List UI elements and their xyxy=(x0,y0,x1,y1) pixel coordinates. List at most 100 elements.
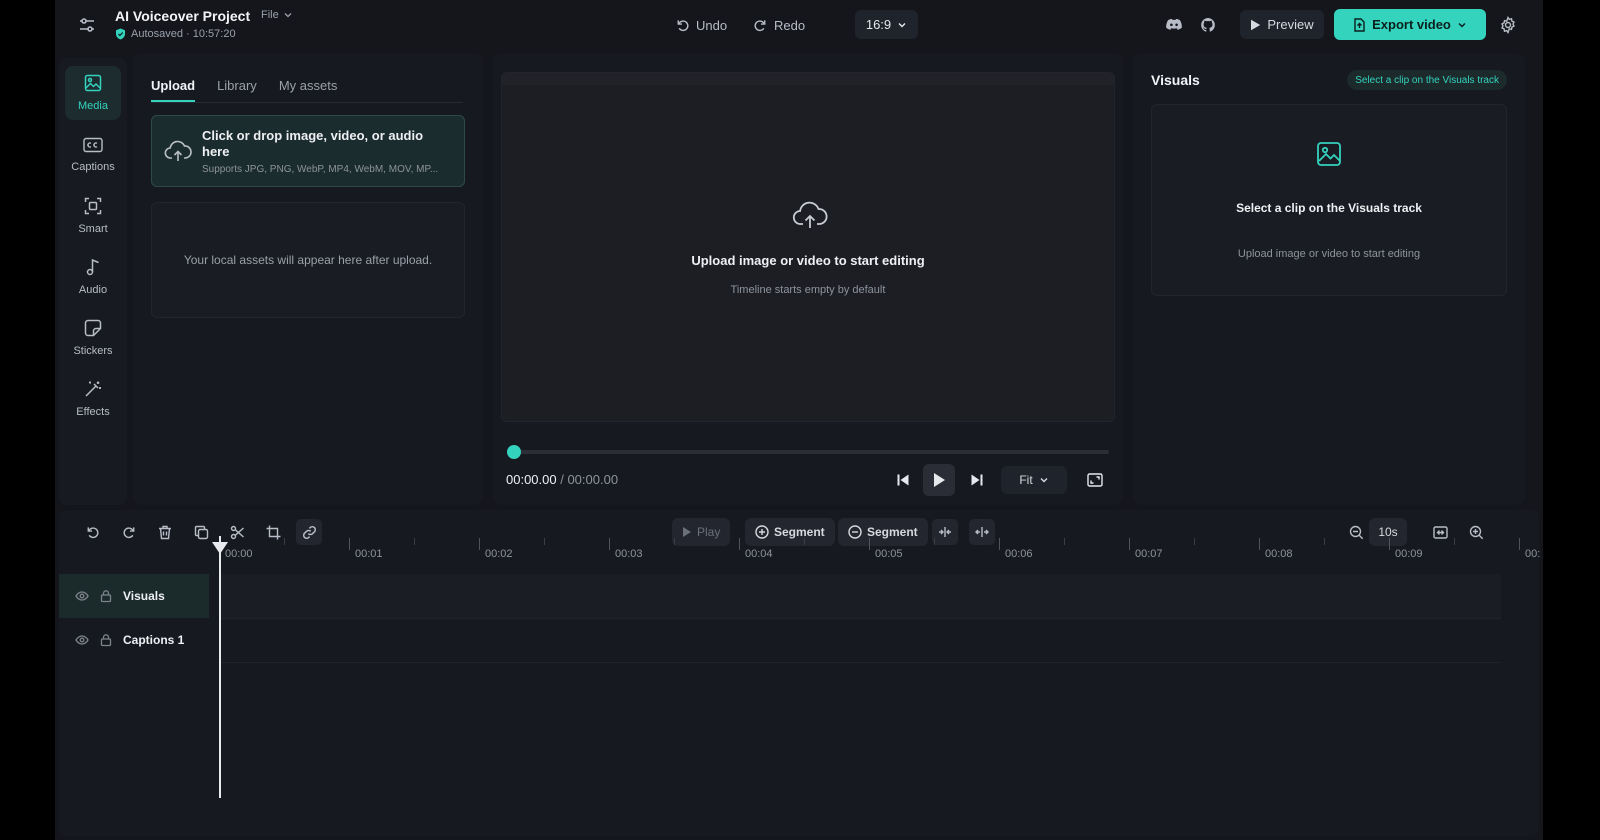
fit-select[interactable]: Fit xyxy=(1001,466,1067,494)
rail-item-stickers[interactable]: Stickers xyxy=(65,311,121,365)
add-segment-label: Segment xyxy=(774,525,825,539)
skip-forward-icon[interactable] xyxy=(965,468,989,492)
time-total: 00:00.00 xyxy=(567,472,619,487)
shield-check-icon xyxy=(116,28,125,40)
upload-formats: Supports JPG, PNG, WebP, MP4, WebM, MOV,… xyxy=(202,164,439,175)
aspect-ratio-select[interactable]: 16:9 xyxy=(855,10,918,39)
canvas-subtitle: Timeline starts empty by default xyxy=(730,284,886,296)
lane-divider xyxy=(219,618,1501,619)
ruler-tick-minor xyxy=(1064,538,1065,545)
track-header-visuals[interactable]: Visuals xyxy=(59,574,209,618)
file-menu[interactable]: File xyxy=(261,9,293,21)
redo-label: Redo xyxy=(774,17,806,33)
remove-segment-label: Segment xyxy=(867,525,918,539)
tab-library[interactable]: Library xyxy=(217,78,257,102)
track-name: Captions 1 xyxy=(123,633,185,647)
upload-dropzone[interactable]: Click or drop image, video, or audio her… xyxy=(151,115,465,187)
gear-icon[interactable] xyxy=(1496,13,1520,37)
playhead[interactable] xyxy=(219,536,221,798)
rail-item-smart[interactable]: Smart xyxy=(65,189,121,243)
ruler-tick-label: 00:08 xyxy=(1265,548,1293,560)
ruler-tick-major xyxy=(1129,538,1130,550)
tab-upload[interactable]: Upload xyxy=(151,78,196,102)
autosave-status: Autosaved · 10:57:20 xyxy=(115,28,236,40)
ruler-tick-minor xyxy=(804,538,805,545)
minus-circle-icon xyxy=(848,525,862,539)
fit-value: Fit xyxy=(1019,473,1033,487)
top-bar: AI Voiceover Project File Autosaved · 10… xyxy=(55,0,1543,50)
rail-item-audio[interactable]: Audio xyxy=(65,250,121,304)
ruler-tick-major xyxy=(1259,538,1260,550)
track-header-captions[interactable]: Captions 1 xyxy=(59,618,209,662)
assets-empty-state: Your local assets will appear here after… xyxy=(151,202,465,318)
rail-item-effects[interactable]: Effects xyxy=(65,372,121,426)
ruler-tick-label: 00:06 xyxy=(1005,548,1033,560)
duplicate-icon[interactable] xyxy=(188,519,214,545)
ruler-tick-major xyxy=(739,538,740,550)
eye-icon[interactable] xyxy=(75,633,89,647)
ruler-tick-major xyxy=(869,538,870,550)
redo-icon xyxy=(754,19,766,31)
file-menu-label: File xyxy=(261,9,279,21)
ruler-tick-minor xyxy=(1194,538,1195,545)
preview-button[interactable]: Preview xyxy=(1240,10,1324,39)
track-lane-visuals[interactable] xyxy=(219,574,1501,618)
timecode: 00:00.00 / 00:00.00 xyxy=(506,472,618,487)
trash-icon[interactable] xyxy=(152,519,178,545)
redo-icon[interactable] xyxy=(116,519,142,545)
visuals-title: Visuals xyxy=(1151,72,1200,88)
ruler-tick-label: 00:02 xyxy=(485,548,513,560)
aspect-ratio-value: 16:9 xyxy=(865,17,892,32)
undo-button[interactable]: Undo xyxy=(675,13,727,37)
undo-icon[interactable] xyxy=(79,519,105,545)
ruler-tick-major xyxy=(1389,538,1390,550)
eye-icon[interactable] xyxy=(75,589,89,603)
play-icon xyxy=(683,527,691,537)
tab-my-assets[interactable]: My assets xyxy=(279,78,338,102)
playhead-handle[interactable] xyxy=(212,542,228,554)
undo-label: Undo xyxy=(696,17,728,33)
timeline-panel: Play Segment Segment 10s 00:00 00:01 00:02… xyxy=(59,510,1540,836)
scrubber-handle[interactable] xyxy=(507,445,521,459)
play-icon xyxy=(934,473,945,487)
export-label: Export video xyxy=(1372,17,1451,32)
github-icon[interactable] xyxy=(1196,13,1220,37)
play-icon xyxy=(1251,19,1261,30)
media-tabs: Upload Library My assets xyxy=(151,78,337,102)
smart-scan-icon xyxy=(84,197,102,215)
preview-canvas[interactable]: Upload image or video to start editing T… xyxy=(501,72,1115,422)
lock-icon[interactable] xyxy=(99,633,113,647)
visuals-empty-card: Select a clip on the Visuals track Uploa… xyxy=(1151,104,1507,296)
chevron-down-icon xyxy=(1458,22,1466,28)
visuals-panel: Visuals Select a clip on the Visuals tra… xyxy=(1133,54,1525,505)
project-title[interactable]: AI Voiceover Project xyxy=(115,8,250,24)
redo-button[interactable]: Redo xyxy=(753,13,805,37)
skip-back-icon[interactable] xyxy=(891,468,915,492)
tool-rail: Media Captions Smart Audio Stickers Effe… xyxy=(59,58,127,505)
ruler-tick-label: 00:09 xyxy=(1395,548,1423,560)
ruler-tick-label: 00:07 xyxy=(1135,548,1163,560)
ruler-tick-major xyxy=(609,538,610,550)
fullscreen-icon[interactable] xyxy=(1083,468,1107,492)
discord-icon[interactable] xyxy=(1162,13,1186,37)
time-ruler[interactable]: 00:00 00:01 00:02 00:03 00:04 00:05 00:06 00:07… xyxy=(219,538,1540,560)
rail-label: Smart xyxy=(78,223,108,235)
ruler-tick-minor xyxy=(414,538,415,545)
ruler-tick-major xyxy=(479,538,480,550)
ruler-tick-major xyxy=(349,538,350,550)
rail-item-media[interactable]: Media xyxy=(65,66,121,120)
play-button[interactable] xyxy=(923,464,955,496)
export-video-button[interactable]: Export video xyxy=(1334,9,1486,40)
magic-wand-icon xyxy=(85,381,101,397)
ruler-tick-major xyxy=(999,538,1000,550)
track-lane-captions[interactable] xyxy=(219,618,1501,662)
time-current: 00:00.00 xyxy=(506,472,557,487)
playback-scrubber[interactable] xyxy=(507,445,1109,459)
timeline-play-label: Play xyxy=(697,525,721,539)
export-file-icon xyxy=(1354,17,1365,32)
track-name: Visuals xyxy=(123,589,165,603)
assets-empty-text: Your local assets will appear here after… xyxy=(183,253,433,267)
rail-item-captions[interactable]: Captions xyxy=(65,128,121,182)
lock-icon[interactable] xyxy=(99,589,113,603)
settings-sliders-icon[interactable] xyxy=(75,13,99,37)
